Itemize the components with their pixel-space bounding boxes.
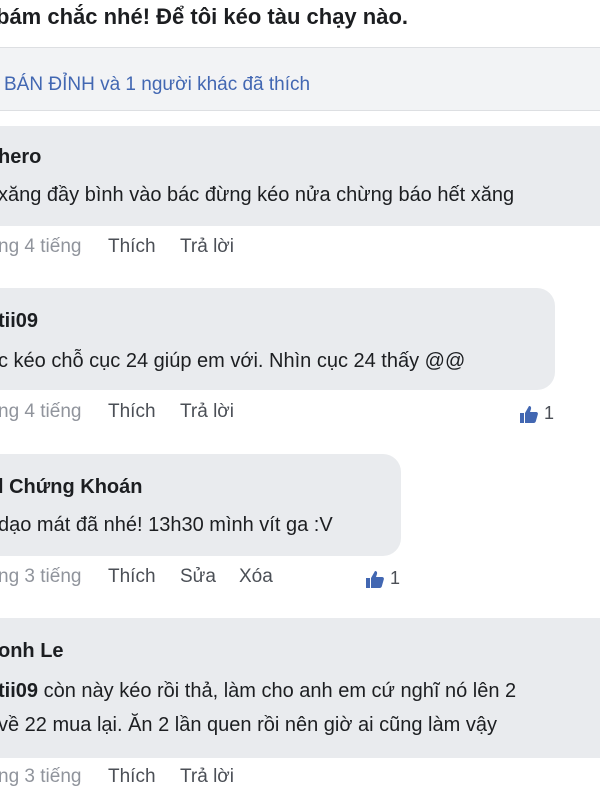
comment-text: dạo mát đã nhé! 13h30 mình vít ga :V xyxy=(0,514,333,536)
comment-author[interactable]: onh Le xyxy=(0,640,64,663)
comment-author[interactable]: l Chứng Khoán xyxy=(0,476,142,499)
reply-link[interactable]: Trả lời xyxy=(180,236,234,258)
reply-link[interactable]: Trả lời xyxy=(180,401,234,423)
reaction-count-value: 1 xyxy=(544,403,555,423)
comment-text: tii09 còn này kéo rồi thả, làm cho anh e… xyxy=(0,680,516,703)
thumbs-up-icon xyxy=(520,406,538,423)
comment-timestamp[interactable]: ng 3 tiếng xyxy=(0,766,81,788)
comment-bubble xyxy=(0,454,401,556)
mentioned-user[interactable]: tii09 xyxy=(0,680,38,702)
comment-text: xăng đầy bình vào bác đừng kéo nửa chừng… xyxy=(0,184,515,206)
post-text: bám chắc nhé! Để tôi kéo tàu chạy nào. xyxy=(0,4,408,29)
reply-link[interactable]: Trả lời xyxy=(180,766,234,788)
reaction-count-value: 1 xyxy=(390,568,401,588)
comment-timestamp[interactable]: ng 4 tiếng xyxy=(0,236,81,258)
like-link[interactable]: Thích xyxy=(108,401,156,423)
thumbs-up-icon xyxy=(366,571,384,588)
divider xyxy=(0,110,600,111)
comment-timestamp[interactable]: ng 3 tiếng xyxy=(0,566,81,588)
like-link[interactable]: Thích xyxy=(108,766,156,788)
facebook-comment-thread: bám chắc nhé! Để tôi kéo tàu chạy nào. B… xyxy=(0,0,600,800)
comment-author[interactable]: hero xyxy=(0,146,41,169)
comment-bubble xyxy=(0,126,600,226)
edit-link[interactable]: Sửa xyxy=(180,566,216,588)
likes-summary-link[interactable]: BÁN ĐỈNH và 1 người khác đã thích xyxy=(4,74,310,96)
delete-link[interactable]: Xóa xyxy=(239,566,273,588)
comment-timestamp[interactable]: ng 4 tiếng xyxy=(0,401,81,423)
comment-text: c kéo chỗ cục 24 giúp em với. Nhìn cục 2… xyxy=(0,350,466,372)
comment-author[interactable]: tii09 xyxy=(0,310,38,333)
like-link[interactable]: Thích xyxy=(108,236,156,258)
comment-text-line: còn này kéo rồi thả, làm cho anh em cứ n… xyxy=(38,680,517,702)
comment-text-line: về 22 mua lại. Ăn 2 lần quen rồi nên giờ… xyxy=(0,714,497,736)
like-link[interactable]: Thích xyxy=(108,566,156,588)
comment-bubble xyxy=(0,288,555,390)
